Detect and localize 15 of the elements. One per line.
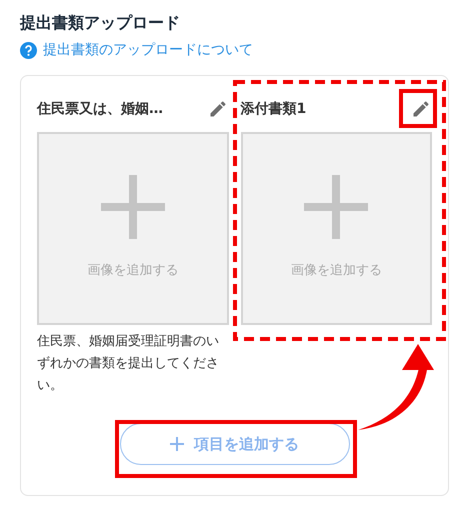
highlight-frame bbox=[399, 89, 437, 128]
help-link[interactable]: 提出書類のアップロードについて bbox=[43, 41, 253, 59]
plus-icon bbox=[170, 437, 184, 451]
section-heading: 提出書類アップロード bbox=[20, 12, 181, 34]
help-icon bbox=[20, 42, 37, 58]
document-title: 住民票又は、婚姻… bbox=[37, 100, 163, 118]
document-description: 住民票、婚姻届受理証明書のいずれかの書類を提出してください。 bbox=[37, 333, 220, 395]
plus-icon bbox=[304, 174, 368, 238]
image-upload-area[interactable]: 画像を追加する bbox=[37, 132, 228, 325]
upload-label: 画像を追加する bbox=[87, 262, 178, 278]
add-item-button[interactable]: 項目を追加する bbox=[120, 423, 350, 465]
document-title: 添付書類1 bbox=[240, 100, 306, 118]
upload-label: 画像を追加する bbox=[290, 262, 382, 278]
plus-icon bbox=[100, 174, 165, 238]
image-upload-area[interactable]: 画像を追加する bbox=[240, 132, 432, 325]
